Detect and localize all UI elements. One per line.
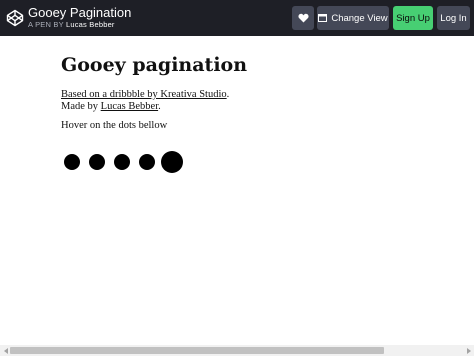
pen-byline: A PEN BY Lucas Bebber xyxy=(28,20,115,30)
pagination-dot-5-active[interactable] xyxy=(161,151,183,173)
pagination-dot-3[interactable] xyxy=(114,154,130,170)
made-by-period: . xyxy=(158,101,161,112)
codepen-logo-icon[interactable] xyxy=(6,9,24,27)
pen-preview-content: Gooey pagination Based on a dribbble by … xyxy=(61,52,441,131)
pagination-dot-2[interactable] xyxy=(89,154,105,170)
credits-paragraph: Based on a dribbble by Kreativa Studio. … xyxy=(61,89,229,113)
layout-icon xyxy=(318,14,328,22)
sign-up-button[interactable]: Sign Up xyxy=(393,6,433,30)
pagination-dot-1[interactable] xyxy=(64,154,80,170)
made-by-prefix: Made by xyxy=(61,101,101,112)
change-view-button[interactable]: Change View xyxy=(317,6,389,30)
credit-period: . xyxy=(226,89,230,100)
heart-button[interactable] xyxy=(292,6,314,30)
author-link[interactable]: Lucas Bebber xyxy=(66,20,115,29)
made-by-author-link[interactable]: Lucas Bebber xyxy=(101,101,158,112)
pagination-dot-4[interactable] xyxy=(139,154,155,170)
dribbble-credit-link[interactable]: Based on a dribbble by Kreativa Studio xyxy=(61,89,227,100)
log-in-button[interactable]: Log In xyxy=(437,6,470,30)
heart-icon xyxy=(297,13,309,23)
horizontal-scrollbar[interactable] xyxy=(0,345,474,356)
scrollbar-thumb[interactable] xyxy=(10,347,384,354)
pen-title[interactable]: Gooey Pagination xyxy=(28,5,131,20)
pagination-dots xyxy=(63,151,193,173)
scroll-right-icon[interactable] xyxy=(463,345,474,356)
instructions-text: Hover on the dots bellow xyxy=(61,120,168,131)
top-bar: Gooey Pagination A PEN BY Lucas Bebber C… xyxy=(0,0,474,36)
change-view-label: Change View xyxy=(331,12,388,24)
page-heading: Gooey pagination xyxy=(61,54,248,76)
byline-prefix: A PEN BY xyxy=(28,20,64,29)
